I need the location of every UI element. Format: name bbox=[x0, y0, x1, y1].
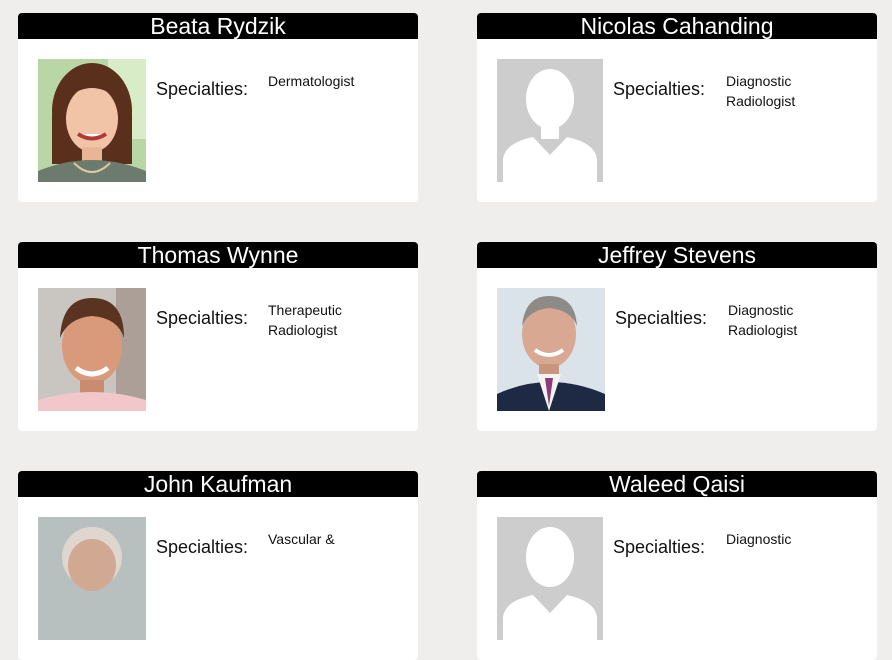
doctor-name[interactable]: John Kaufman bbox=[18, 471, 418, 497]
specialty-value: Therapeutic Radiologist bbox=[268, 302, 342, 338]
doctor-card[interactable]: Thomas Wynne Specialties: Therapeutic Ra… bbox=[18, 242, 418, 431]
specialty-value: Diagnostic Radiologist bbox=[726, 73, 796, 109]
specialties-label: Specialties: bbox=[156, 537, 249, 557]
doctor-photo[interactable] bbox=[38, 517, 146, 640]
doctor-card[interactable]: Nicolas Cahanding Specialties: Diagnosti… bbox=[477, 13, 877, 202]
doctor-name[interactable]: Jeffrey Stevens bbox=[477, 242, 877, 268]
doctor-photo[interactable] bbox=[38, 288, 146, 411]
doctor-name[interactable]: Beata Rydzik bbox=[18, 13, 418, 39]
doctor-card[interactable]: John Kaufman Specialties: Vascular & bbox=[18, 471, 418, 660]
specialties-label: Specialties: bbox=[156, 308, 249, 328]
specialty-value: Vascular & bbox=[268, 531, 335, 547]
specialties-label: Specialties: bbox=[615, 308, 708, 328]
specialties-label: Specialties: bbox=[613, 79, 706, 99]
specialty-value: Dermatologist bbox=[268, 73, 355, 89]
doctor-name[interactable]: Thomas Wynne bbox=[18, 242, 418, 268]
specialties-label: Specialties: bbox=[613, 537, 706, 557]
specialties-label: Specialties: bbox=[156, 79, 249, 99]
doctor-photo[interactable] bbox=[38, 59, 146, 182]
doctor-card[interactable]: Beata Rydzik Specialties: Dermatologist bbox=[18, 13, 418, 202]
specialty-value: Diagnostic Radiologist bbox=[728, 302, 798, 338]
doctor-name[interactable]: Waleed Qaisi bbox=[477, 471, 877, 497]
placeholder-avatar-icon[interactable] bbox=[497, 517, 603, 640]
doctor-card[interactable]: Jeffrey Stevens Specialties: Diagnostic … bbox=[477, 242, 877, 431]
specialty-value: Diagnostic bbox=[726, 531, 792, 547]
doctor-photo[interactable] bbox=[497, 288, 605, 411]
doctor-name[interactable]: Nicolas Cahanding bbox=[477, 13, 877, 39]
placeholder-avatar-icon[interactable] bbox=[497, 59, 603, 182]
doctor-card[interactable]: Waleed Qaisi Specialties: Diagnostic bbox=[477, 471, 877, 660]
